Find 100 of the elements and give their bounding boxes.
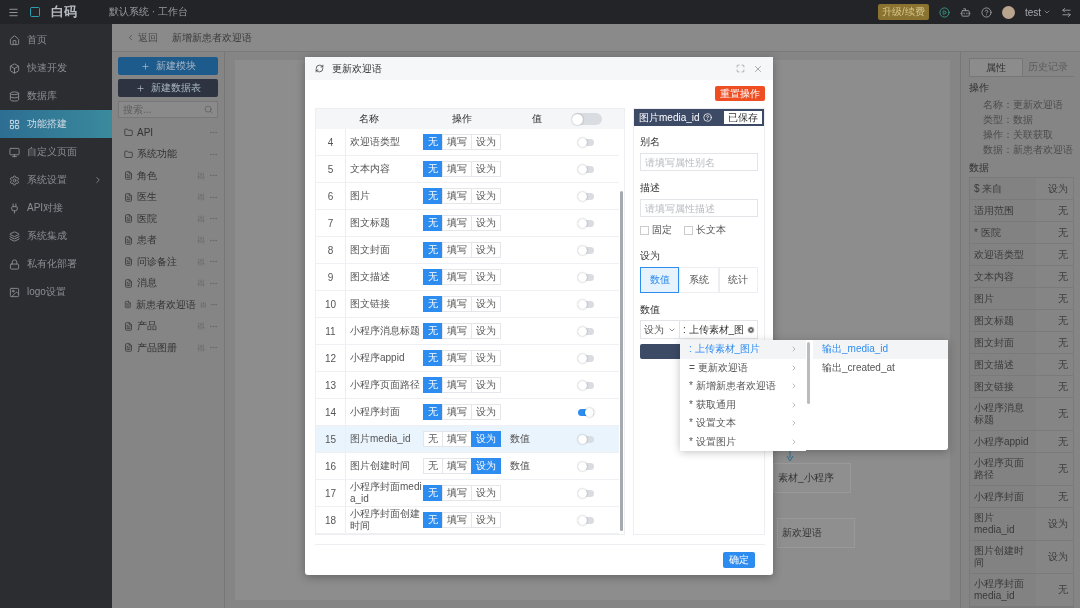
operation-option[interactable]: 设为 — [471, 512, 501, 528]
sidebar-item[interactable]: 自定义页面 — [0, 138, 112, 166]
tree-item[interactable]: 患者 — [118, 229, 218, 251]
table-row[interactable]: 16 图片创建时间 无 填写 设为 数值 — [316, 453, 619, 480]
tree-item[interactable]: 角色 — [118, 165, 218, 187]
toggle-switch[interactable] — [578, 246, 594, 254]
toggle-switch[interactable] — [578, 192, 594, 200]
new-button[interactable]: 新建模块 — [118, 57, 218, 75]
operation-option[interactable]: 填写 — [442, 269, 472, 285]
tree-item[interactable]: 产品图册 — [118, 337, 218, 359]
operation-option[interactable]: 填写 — [442, 242, 472, 258]
play-icon[interactable] — [938, 6, 950, 18]
mode-select[interactable]: 设为 — [640, 320, 680, 339]
sidebar-item[interactable]: 系统集成 — [0, 222, 112, 250]
toggle-switch[interactable] — [578, 138, 594, 146]
table-row[interactable]: 4 欢迎语类型 无 填写 设为 — [316, 129, 619, 156]
operation-option[interactable]: 设为 — [471, 377, 501, 393]
table-row[interactable]: 7 图文标题 无 填写 设为 — [316, 210, 619, 237]
operation-option[interactable]: 填写 — [442, 350, 472, 366]
table-row[interactable]: 13 小程序页面路径 无 填写 设为 — [316, 372, 619, 399]
tree-item[interactable]: API — [118, 122, 218, 144]
toggle-switch[interactable] — [578, 327, 594, 335]
sliders-icon[interactable] — [197, 193, 205, 202]
sidebar-item[interactable]: 私有化部署 — [0, 250, 112, 278]
swap-icon[interactable] — [1061, 6, 1072, 18]
table-row[interactable]: 9 图文描述 无 填写 设为 — [316, 264, 619, 291]
scrollbar-thumb[interactable] — [620, 191, 623, 531]
operation-option[interactable]: 设为 — [471, 215, 501, 231]
operation-option[interactable]: 设为 — [471, 323, 501, 339]
operation-option[interactable]: 填写 — [442, 188, 472, 204]
toggle-switch[interactable] — [578, 516, 594, 524]
operation-option[interactable]: 设为 — [471, 188, 501, 204]
new-button[interactable]: 新建数据表 — [118, 79, 218, 97]
operation-option[interactable]: 填写 — [442, 377, 472, 393]
operation-option[interactable]: 设为 — [471, 404, 501, 420]
saved-button[interactable]: 已保存 — [724, 111, 762, 124]
sidebar-item[interactable]: 功能搭建 — [0, 110, 112, 138]
table-row[interactable]: 8 图文封面 无 填写 设为 — [316, 237, 619, 264]
sidebar-item[interactable]: 快速开发 — [0, 54, 112, 82]
sliders-icon[interactable] — [197, 236, 205, 245]
sliders-icon[interactable] — [197, 171, 205, 180]
refresh-icon[interactable] — [315, 64, 324, 73]
toggle-switch[interactable] — [578, 165, 594, 173]
table-row[interactable]: 15 图片media_id 无 填写 设为 数值 — [316, 426, 619, 453]
operation-option[interactable]: 设为 — [471, 269, 501, 285]
operation-option[interactable]: 填写 — [442, 485, 472, 501]
flow-node[interactable]: 新欢迎语 — [777, 518, 855, 548]
table-row[interactable]: 6 图片 无 填写 设为 — [316, 183, 619, 210]
close-icon[interactable] — [753, 63, 763, 74]
sliders-icon[interactable] — [197, 343, 205, 352]
operation-option[interactable]: 填写 — [442, 323, 472, 339]
checkbox[interactable]: 长文本 — [684, 223, 726, 237]
flow-node[interactable]: 素材_小程序 — [773, 463, 851, 493]
tree-item[interactable]: 产品 — [118, 315, 218, 337]
sliders-icon[interactable] — [197, 214, 205, 223]
panel-tab[interactable]: 属性 — [969, 58, 1023, 76]
toggle-switch[interactable] — [578, 273, 594, 281]
sidebar-item[interactable]: logo设置 — [0, 278, 112, 306]
fullscreen-icon[interactable] — [736, 64, 745, 73]
toggle-switch[interactable] — [578, 462, 594, 470]
toggle-switch[interactable] — [572, 113, 602, 125]
sliders-icon[interactable] — [197, 279, 205, 288]
operation-option[interactable]: 填写 — [442, 161, 472, 177]
operation-option[interactable]: 设为 — [471, 350, 501, 366]
operation-option[interactable]: 填写 — [442, 296, 472, 312]
operation-option[interactable]: 设为 — [471, 134, 501, 150]
operation-option[interactable]: 填写 — [442, 404, 472, 420]
help-icon[interactable] — [980, 6, 992, 18]
tree-item[interactable]: 问诊备注 — [118, 251, 218, 273]
type-option[interactable]: 统计 — [718, 267, 758, 293]
operation-option[interactable]: 设为 — [471, 296, 501, 312]
checkbox[interactable]: 固定 — [640, 223, 672, 237]
table-row[interactable]: 5 文本内容 无 填写 设为 — [316, 156, 619, 183]
tree-item[interactable]: 系统功能 — [118, 143, 218, 165]
toggle-switch[interactable] — [578, 219, 594, 227]
toggle-switch[interactable] — [578, 435, 594, 443]
operation-option[interactable]: 填写 — [442, 215, 472, 231]
operation-option[interactable]: 无 — [423, 458, 443, 474]
type-option[interactable]: 系统 — [679, 267, 719, 293]
sidebar-item[interactable]: 首页 — [0, 26, 112, 54]
sliders-icon[interactable] — [197, 257, 205, 266]
table-row[interactable]: 11 小程序消息标题 无 填写 设为 — [316, 318, 619, 345]
operation-option[interactable]: 填写 — [442, 134, 472, 150]
tree-item[interactable]: 新患者欢迎语 — [118, 294, 218, 316]
tree-item[interactable]: 医院 — [118, 208, 218, 230]
toggle-switch[interactable] — [578, 300, 594, 308]
operation-option[interactable]: 填写 — [442, 512, 472, 528]
robot-icon[interactable] — [959, 6, 971, 18]
sidebar-item[interactable]: 数据库 — [0, 82, 112, 110]
toggle-switch[interactable] — [578, 354, 594, 362]
table-row[interactable]: 14 小程序封面 无 填写 设为 — [316, 399, 619, 426]
scrollbar-thumb[interactable] — [807, 342, 810, 404]
toggle-switch[interactable] — [578, 381, 594, 389]
sidebar-item[interactable]: API对接 — [0, 194, 112, 222]
tree-item[interactable]: 医生 — [118, 186, 218, 208]
table-row[interactable]: 10 图文链接 无 填写 设为 — [316, 291, 619, 318]
table-row[interactable]: 12 小程序appid 无 填写 设为 — [316, 345, 619, 372]
operation-option[interactable]: 填写 — [442, 431, 472, 447]
menu-icon[interactable] — [8, 6, 19, 18]
toggle-switch[interactable] — [578, 408, 594, 416]
